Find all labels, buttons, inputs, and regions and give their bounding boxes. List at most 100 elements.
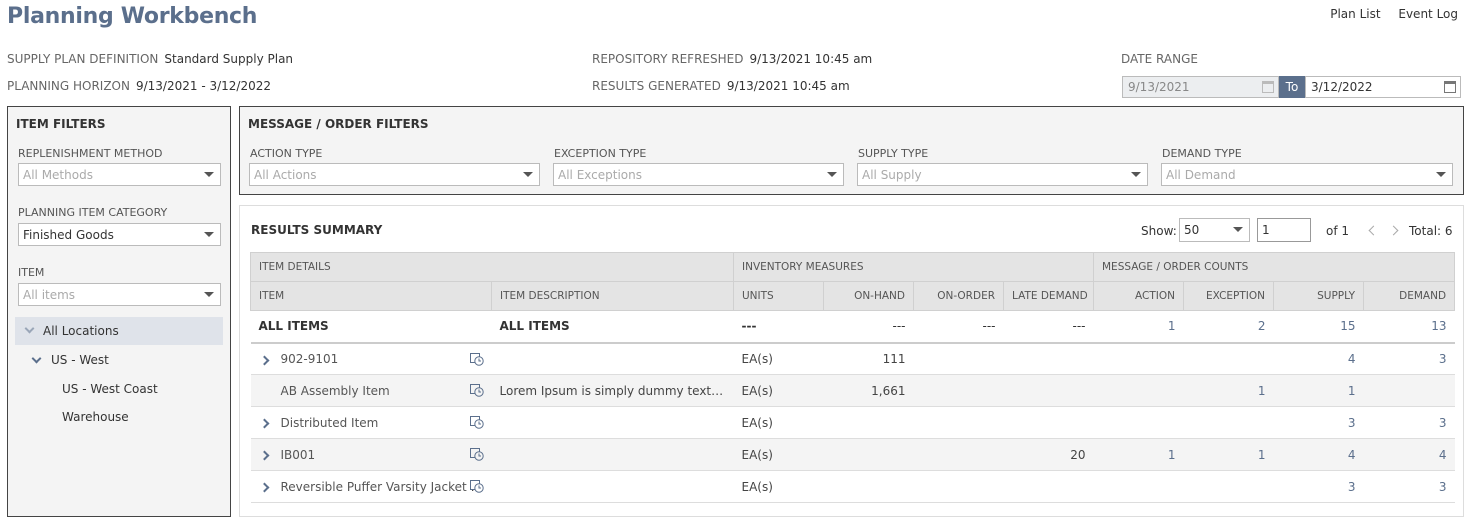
cell-action[interactable] xyxy=(1093,406,1184,439)
schedule-icon[interactable] xyxy=(469,416,484,429)
cell-exception[interactable] xyxy=(1183,470,1274,503)
cell-action[interactable]: 1 xyxy=(1093,310,1184,344)
calendar-icon[interactable] xyxy=(1262,81,1274,93)
chevron-down-icon[interactable] xyxy=(24,323,35,334)
calendar-icon[interactable] xyxy=(1444,81,1456,93)
col-supply[interactable]: SUPPLY xyxy=(1273,281,1364,311)
cell-demand[interactable] xyxy=(1363,374,1455,407)
page-size-value: 50 xyxy=(1184,223,1200,237)
cell-supply[interactable]: 1 xyxy=(1273,374,1364,407)
location-warehouse[interactable]: US - West Coast Warehouse xyxy=(15,375,223,424)
schedule-icon[interactable] xyxy=(469,448,484,461)
schedule-icon[interactable] xyxy=(469,352,484,366)
col-exception[interactable]: EXCEPTION xyxy=(1183,281,1274,311)
msg-filters-title: MESSAGE / ORDER FILTERS xyxy=(248,117,429,131)
location-all[interactable]: All Locations xyxy=(15,317,223,345)
supply-type-select[interactable]: All Supply xyxy=(857,163,1148,186)
cell-on-hand xyxy=(823,470,914,503)
exception-type-select[interactable]: All Exceptions xyxy=(553,163,844,186)
cell-demand[interactable]: 4 xyxy=(1363,438,1455,471)
cell-action[interactable] xyxy=(1093,470,1184,503)
demand-type-select[interactable]: All Demand xyxy=(1161,163,1453,186)
table-row: Distributed Item EA(s) 3 3 xyxy=(250,406,1455,439)
item-name[interactable]: Distributed Item xyxy=(281,416,379,430)
cell-exception[interactable]: 1 xyxy=(1183,438,1274,471)
item-name[interactable]: Reversible Puffer Varsity Jacket - BLUE xyxy=(281,480,492,494)
chevron-right-icon[interactable] xyxy=(259,355,269,365)
cell-units: --- xyxy=(733,310,824,344)
date-from-input[interactable]: 9/13/2021 xyxy=(1122,76,1279,98)
cell-units: EA(s) xyxy=(733,342,824,375)
item-name[interactable]: AB Assembly Item xyxy=(281,384,390,398)
date-from-value: 9/13/2021 xyxy=(1128,80,1190,94)
col-item[interactable]: ITEM xyxy=(250,281,492,311)
chevron-down-icon xyxy=(1436,172,1446,177)
page-title: Planning Workbench xyxy=(7,4,258,29)
cell-supply[interactable]: 3 xyxy=(1273,470,1364,503)
cell-supply[interactable]: 4 xyxy=(1273,342,1364,375)
page-size-select[interactable]: 50 xyxy=(1179,218,1250,242)
col-units[interactable]: UNITS xyxy=(733,281,824,311)
chevron-down-icon xyxy=(204,292,214,297)
action-type-select[interactable]: All Actions xyxy=(249,163,540,186)
next-page-icon[interactable] xyxy=(1388,225,1399,236)
plan-list-link[interactable]: Plan List xyxy=(1330,7,1380,21)
cell-exception[interactable]: 2 xyxy=(1183,310,1274,344)
supply-plan-label: SUPPLY PLAN DEFINITION xyxy=(7,52,159,66)
page-number-input[interactable]: 1 xyxy=(1257,218,1311,242)
planning-horizon: PLANNING HORIZON 9/13/2021 - 3/12/2022 xyxy=(7,79,271,93)
cell-item: Distributed Item xyxy=(250,406,492,439)
event-log-link[interactable]: Event Log xyxy=(1398,7,1458,21)
results-table: ITEM DETAILS INVENTORY MEASURES MESSAGE … xyxy=(250,252,1456,503)
date-to-value: 3/12/2022 xyxy=(1311,80,1373,94)
cell-on-order xyxy=(913,438,1004,471)
chevron-down-icon[interactable] xyxy=(31,353,42,364)
category-select[interactable]: Finished Goods xyxy=(18,223,221,246)
cell-supply[interactable]: 3 xyxy=(1273,406,1364,439)
cell-action[interactable] xyxy=(1093,374,1184,407)
table-row: 902-9101 EA(s) 111 4 3 xyxy=(250,342,1455,375)
date-to-input[interactable]: 3/12/2022 xyxy=(1305,76,1461,98)
show-label: Show: xyxy=(1141,224,1177,238)
column-header-row: ITEM ITEM DESCRIPTION UNITS ON-HAND ON-O… xyxy=(250,281,1456,311)
chevron-down-icon xyxy=(204,172,214,177)
repository-refreshed: REPOSITORY REFRESHED 9/13/2021 10:45 am xyxy=(592,52,872,66)
cell-action[interactable]: 1 xyxy=(1093,438,1184,471)
schedule-icon[interactable] xyxy=(469,480,484,493)
col-on-order[interactable]: ON-ORDER xyxy=(913,281,1004,311)
col-on-hand[interactable]: ON-HAND xyxy=(823,281,914,311)
cell-action[interactable] xyxy=(1093,342,1184,375)
col-late-demand[interactable]: LATE DEMAND xyxy=(1003,281,1094,311)
chevron-right-icon[interactable] xyxy=(259,482,269,493)
location-region[interactable]: US - West xyxy=(15,346,223,374)
chevron-right-icon[interactable] xyxy=(259,418,269,429)
prev-page-icon[interactable] xyxy=(1368,225,1379,236)
item-name[interactable]: 902-9101 xyxy=(281,352,339,366)
chevron-right-icon[interactable] xyxy=(259,450,269,461)
cell-demand[interactable]: 3 xyxy=(1363,470,1455,503)
cell-exception[interactable] xyxy=(1183,342,1274,375)
cell-supply[interactable]: 4 xyxy=(1273,438,1364,471)
cell-supply[interactable]: 15 xyxy=(1273,310,1364,344)
cell-late-demand xyxy=(1003,342,1094,375)
action-type-label: ACTION TYPE xyxy=(250,147,323,160)
cell-demand[interactable]: 3 xyxy=(1363,342,1455,375)
cell-exception[interactable] xyxy=(1183,406,1274,439)
chevron-down-icon xyxy=(1131,172,1141,177)
cell-item: Reversible Puffer Varsity Jacket - BLUE xyxy=(250,470,492,503)
cell-description xyxy=(491,342,734,375)
schedule-icon[interactable] xyxy=(469,384,484,397)
total-count: Total: 6 xyxy=(1409,224,1453,238)
group-item-details: ITEM DETAILS xyxy=(250,252,734,282)
cell-demand[interactable]: 13 xyxy=(1363,310,1455,344)
group-message-order-counts: MESSAGE / ORDER COUNTS xyxy=(1092,252,1456,282)
replenishment-select[interactable]: All Methods xyxy=(18,163,221,186)
col-demand[interactable]: DEMAND xyxy=(1362,281,1456,311)
col-description[interactable]: ITEM DESCRIPTION xyxy=(491,281,734,311)
cell-exception[interactable]: 1 xyxy=(1183,374,1274,407)
cell-on-hand: 111 xyxy=(823,342,914,375)
col-action[interactable]: ACTION xyxy=(1093,281,1184,311)
cell-demand[interactable]: 3 xyxy=(1363,406,1455,439)
item-name[interactable]: IB001 xyxy=(281,448,316,462)
item-select[interactable]: All items xyxy=(18,283,221,306)
